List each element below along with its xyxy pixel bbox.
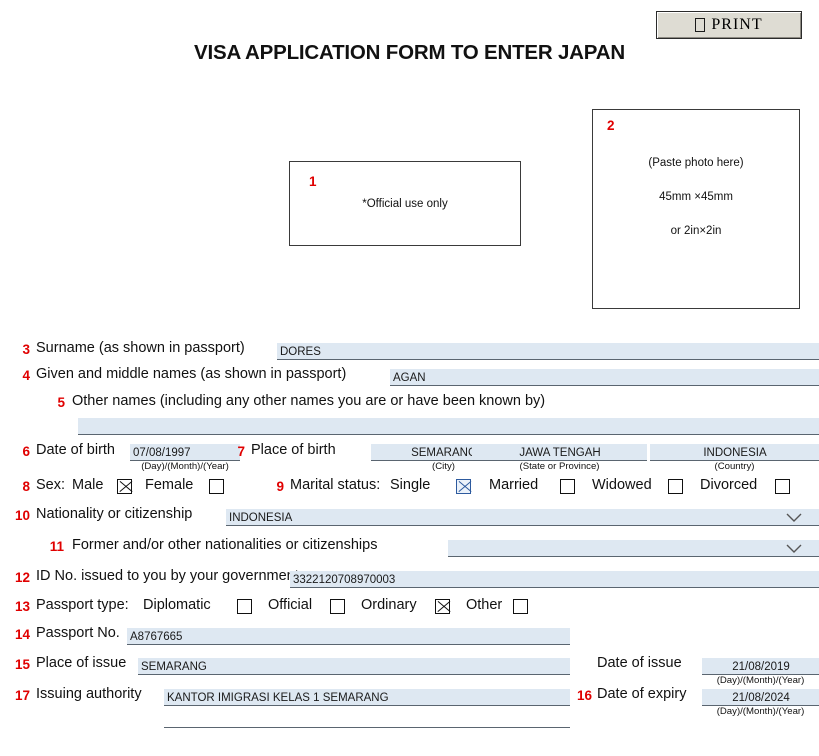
passport-type-official-checkbox[interactable] bbox=[330, 599, 345, 614]
date-of-issue-input[interactable]: 21/08/2019 bbox=[702, 658, 819, 675]
given-names-input[interactable]: AGAN bbox=[390, 369, 819, 386]
page-title: VISA APPLICATION FORM TO ENTER JAPAN bbox=[194, 41, 625, 64]
photo-instruction-line-2: 45mm ×45mm bbox=[659, 191, 733, 203]
date-of-expiry-input[interactable]: 21/08/2024 bbox=[702, 689, 819, 706]
passport-type-other-checkbox[interactable] bbox=[513, 599, 528, 614]
sex-option-female-checkbox[interactable] bbox=[209, 479, 224, 494]
row-surname: 3 Surname (as shown in passport) DORES bbox=[0, 338, 819, 364]
passport-type-ordinary-label: Ordinary bbox=[361, 597, 417, 613]
sex-option-male-label: Male bbox=[72, 477, 104, 493]
issuing-authority-label: Issuing authority bbox=[36, 686, 142, 702]
id-number-input[interactable]: 3322120708970003 bbox=[290, 571, 819, 588]
field-number-13: 13 bbox=[14, 599, 30, 614]
row-former-nationalities: 11 Former and/or other nationalities or … bbox=[0, 534, 819, 566]
row-sex-marital: 8 Sex: Male Female 9 Marital status: Sin… bbox=[0, 475, 819, 503]
field-number-15: 15 bbox=[14, 657, 30, 672]
sex-label: Sex: bbox=[36, 477, 66, 493]
field-number-17: 17 bbox=[14, 688, 30, 703]
field-number-6: 6 bbox=[22, 444, 30, 459]
row-birth: 6 Date of birth 07/08/1997 (Day)/(Month)… bbox=[0, 441, 819, 475]
place-of-birth-state-input[interactable]: JAWA TENGAH bbox=[472, 444, 647, 461]
official-use-text: *Official use only bbox=[362, 198, 448, 210]
passport-type-official-label: Official bbox=[268, 597, 313, 613]
visa-form: 3 Surname (as shown in passport) DORES 4… bbox=[0, 338, 819, 729]
surname-label: Surname (as shown in passport) bbox=[36, 340, 245, 356]
date-of-expiry-label: Date of expiry bbox=[597, 686, 687, 702]
sex-option-male-checkbox[interactable] bbox=[117, 479, 132, 494]
passport-number-label: Passport No. bbox=[36, 625, 120, 641]
other-names-input[interactable] bbox=[78, 418, 819, 435]
marital-option-divorced-checkbox[interactable] bbox=[775, 479, 790, 494]
passport-type-diplomatic-label: Diplomatic bbox=[143, 597, 211, 613]
nationality-select[interactable]: INDONESIA bbox=[226, 509, 819, 526]
row-id-number: 12 ID No. issued to you by your governme… bbox=[0, 566, 819, 595]
toolbar: PRINT bbox=[0, 6, 819, 40]
field-number-7: 7 bbox=[237, 444, 245, 459]
row-passport-type: 13 Passport type: Diplomatic Official Or… bbox=[0, 595, 819, 623]
field-number-3: 3 bbox=[22, 342, 30, 357]
passport-type-other-label: Other bbox=[466, 597, 503, 613]
row-other-names: 5 Other names (including any other names… bbox=[0, 391, 819, 441]
row-given-names: 4 Given and middle names (as shown in pa… bbox=[0, 364, 819, 391]
place-of-birth-state-caption: (State or Province) bbox=[519, 461, 600, 472]
given-names-label: Given and middle names (as shown in pass… bbox=[36, 366, 347, 382]
field-number-11: 11 bbox=[49, 539, 64, 554]
place-of-issue-input[interactable]: SEMARANG bbox=[138, 658, 570, 675]
date-of-issue-label: Date of issue bbox=[597, 655, 682, 671]
print-button[interactable]: PRINT bbox=[656, 11, 802, 39]
row-place-of-issue: 15 Place of issue SEMARANG Date of issue… bbox=[0, 653, 819, 686]
place-of-birth-country-caption: (Country) bbox=[714, 461, 755, 472]
marital-option-divorced-label: Divorced bbox=[700, 477, 758, 493]
photo-paste-box[interactable]: 2 (Paste photo here) 45mm ×45mm or 2in×2… bbox=[592, 109, 800, 309]
marital-option-widowed-checkbox[interactable] bbox=[668, 479, 683, 494]
field-number-9: 9 bbox=[276, 479, 284, 494]
field-number-4: 4 bbox=[22, 368, 30, 383]
marital-status-label: Marital status: bbox=[290, 477, 381, 493]
nationality-label: Nationality or citizenship bbox=[36, 506, 193, 522]
field-number-1: 1 bbox=[309, 174, 317, 189]
row-next-partial bbox=[0, 715, 819, 729]
field-number-14: 14 bbox=[14, 627, 30, 642]
field-number-8: 8 bbox=[22, 479, 30, 494]
passport-type-ordinary-checkbox[interactable] bbox=[435, 599, 450, 614]
issuing-authority-input[interactable]: KANTOR IMIGRASI KELAS 1 SEMARANG bbox=[164, 689, 570, 706]
marital-option-single-label: Single bbox=[390, 477, 431, 493]
row-nationality: 10 Nationality or citizenship INDONESIA bbox=[0, 503, 819, 534]
row-passport-number: 14 Passport No. A8767665 bbox=[0, 623, 819, 653]
field-number-5: 5 bbox=[57, 395, 65, 410]
photo-instruction-line-1: (Paste photo here) bbox=[648, 157, 744, 169]
date-of-birth-label: Date of birth bbox=[36, 442, 115, 458]
field-number-10: 10 bbox=[14, 508, 30, 523]
field-number-16: 16 bbox=[576, 688, 592, 703]
passport-type-label: Passport type: bbox=[36, 597, 129, 613]
surname-input[interactable]: DORES bbox=[277, 343, 819, 360]
print-button-label: PRINT bbox=[711, 16, 763, 33]
other-names-label: Other names (including any other names y… bbox=[72, 393, 546, 409]
marital-option-married-checkbox[interactable] bbox=[560, 479, 575, 494]
next-field-partial[interactable] bbox=[164, 718, 570, 728]
photo-instruction-line-3: or 2in×2in bbox=[670, 225, 722, 237]
place-of-issue-label: Place of issue bbox=[36, 655, 127, 671]
printer-icon bbox=[695, 18, 706, 32]
sex-option-female-label: Female bbox=[145, 477, 194, 493]
passport-number-input[interactable]: A8767665 bbox=[127, 628, 570, 645]
marital-option-married-label: Married bbox=[489, 477, 539, 493]
date-of-birth-caption: (Day)/(Month)/(Year) bbox=[141, 461, 229, 472]
former-nationalities-select[interactable] bbox=[448, 540, 819, 557]
passport-type-diplomatic-checkbox[interactable] bbox=[237, 599, 252, 614]
id-number-label: ID No. issued to you by your government bbox=[36, 568, 299, 584]
field-number-2: 2 bbox=[607, 118, 615, 133]
former-nationalities-label: Former and/or other nationalities or cit… bbox=[72, 537, 378, 553]
field-number-12: 12 bbox=[14, 570, 30, 585]
place-of-birth-label: Place of birth bbox=[251, 442, 336, 458]
place-of-birth-country-input[interactable]: INDONESIA bbox=[650, 444, 819, 461]
official-use-box: 1 *Official use only bbox=[289, 161, 521, 246]
marital-option-single-checkbox[interactable] bbox=[456, 479, 471, 494]
row-issuing-authority: 17 Issuing authority KANTOR IMIGRASI KEL… bbox=[0, 681, 819, 717]
marital-option-widowed-label: Widowed bbox=[592, 477, 652, 493]
